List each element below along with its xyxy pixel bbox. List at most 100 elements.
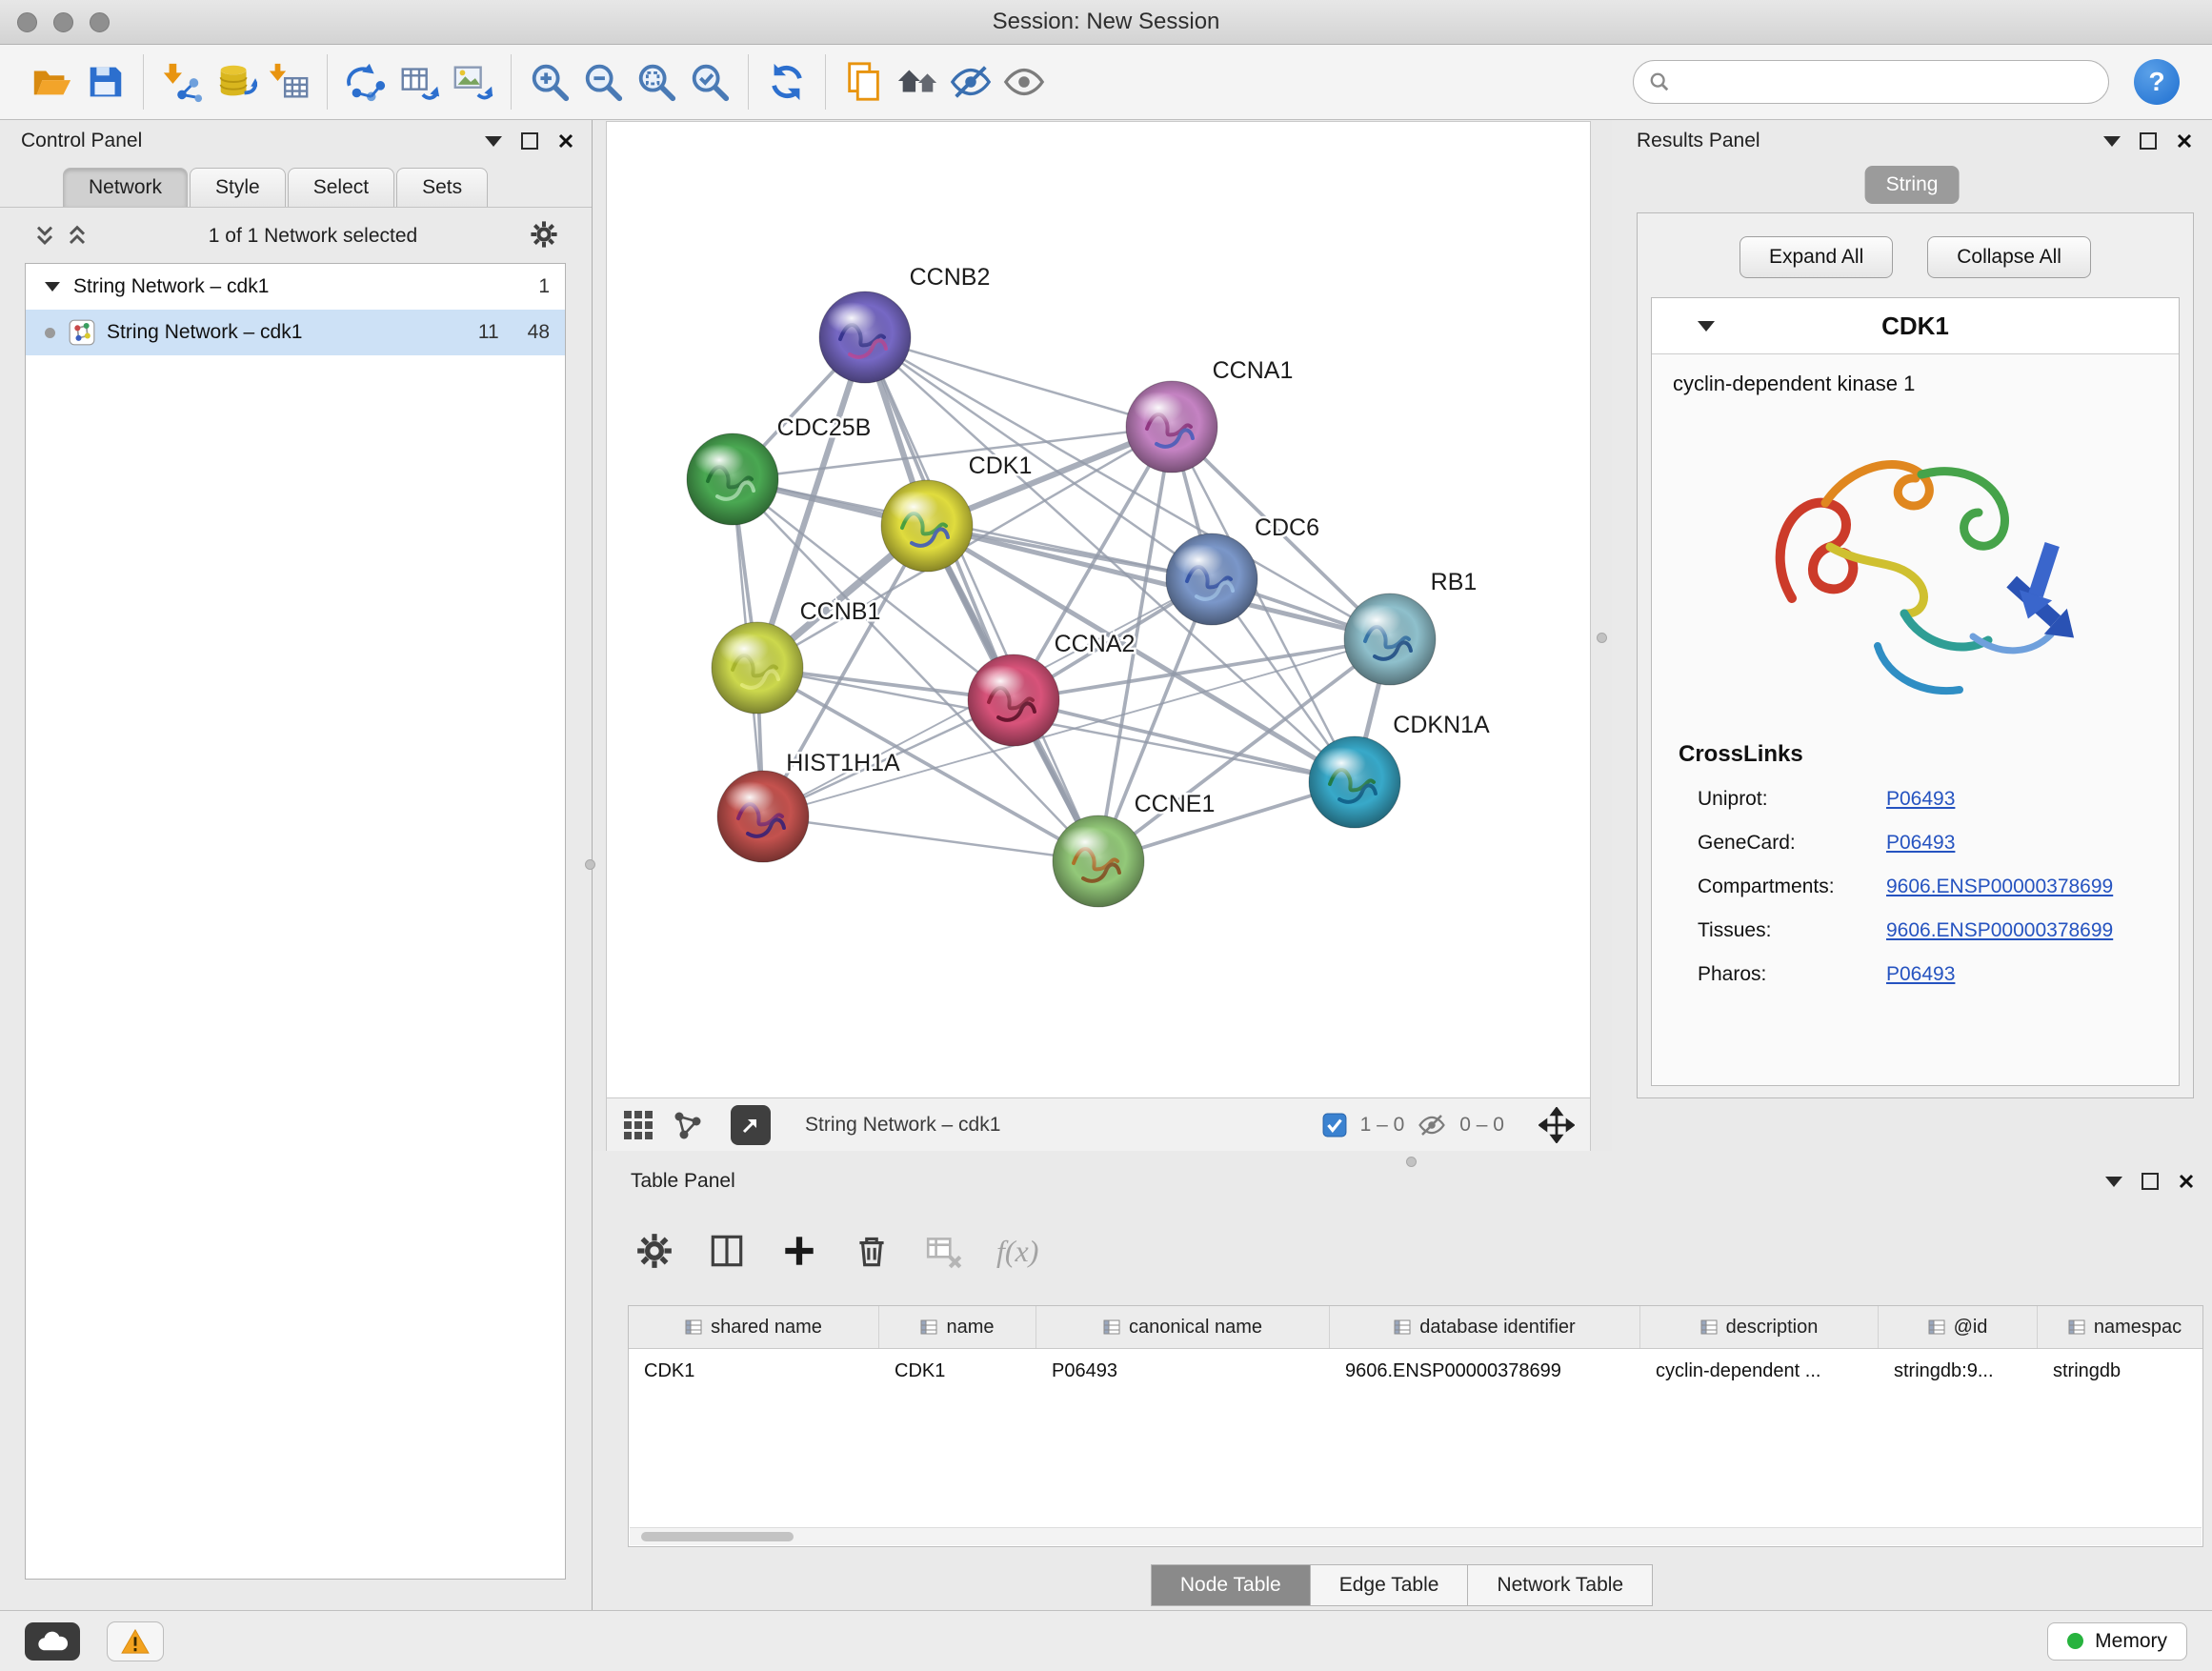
float-panel-icon[interactable] [521, 132, 538, 150]
network-edge[interactable] [1014, 700, 1355, 782]
memory-button[interactable]: Memory [2047, 1622, 2187, 1661]
tab-node-table[interactable]: Node Table [1151, 1564, 1311, 1606]
network-node-rb1[interactable]: RB1 [1344, 569, 1477, 685]
network-node-ccne1[interactable]: CCNE1 [1053, 791, 1215, 907]
network-node-cdk1[interactable]: CDK1 [881, 453, 1032, 572]
network-options-gear-icon[interactable] [529, 219, 559, 254]
tab-select[interactable]: Select [288, 168, 394, 207]
close-panel-icon[interactable] [557, 132, 574, 150]
tab-network-table[interactable]: Network Table [1467, 1564, 1653, 1606]
birdseye-view-icon[interactable] [672, 1109, 704, 1141]
hide-graphics-icon[interactable] [944, 55, 997, 109]
column-header-shared-name[interactable]: shared name [629, 1306, 879, 1348]
network-node-ccna1[interactable]: CCNA1 [1126, 357, 1293, 473]
zoom-selected-icon[interactable] [683, 55, 736, 109]
pan-move-icon[interactable] [1538, 1107, 1575, 1143]
vertical-splitter-handle[interactable] [1597, 633, 1607, 643]
table-options-gear-icon[interactable] [634, 1231, 674, 1271]
crosslink-link[interactable]: P06493 [1886, 963, 1955, 986]
show-columns-icon[interactable] [707, 1231, 747, 1271]
zoom-in-icon[interactable] [523, 55, 576, 109]
delete-column-icon[interactable] [852, 1231, 892, 1271]
close-panel-icon[interactable] [2176, 132, 2193, 150]
export-table-icon[interactable] [392, 55, 446, 109]
network-node-cdkn1a[interactable]: CDKN1A [1309, 712, 1490, 828]
network-edge[interactable] [763, 816, 1098, 861]
network-canvas[interactable]: CCNB2CCNA1CDC25BCDK1CDC6RB1CCNB1CCNA2CDK… [606, 121, 1591, 1098]
save-session-icon[interactable] [78, 55, 131, 109]
export-view-button[interactable] [731, 1105, 771, 1145]
expand-all-button[interactable]: Expand All [1739, 236, 1893, 278]
network-edge[interactable] [865, 337, 1172, 427]
close-button[interactable] [17, 12, 37, 32]
export-image-icon[interactable] [446, 55, 499, 109]
node-table[interactable]: shared namenamecanonical namedatabase id… [628, 1305, 2203, 1547]
collection-disclosure-icon[interactable] [45, 282, 60, 292]
add-column-icon[interactable] [779, 1231, 819, 1271]
column-header-description[interactable]: description [1640, 1306, 1879, 1348]
open-session-icon[interactable] [25, 55, 78, 109]
home-icon[interactable] [891, 55, 944, 109]
column-header-database-identifier[interactable]: database identifier [1330, 1306, 1640, 1348]
expand-all-icon[interactable] [65, 223, 90, 250]
import-network-database-icon[interactable] [209, 55, 262, 109]
import-network-file-icon[interactable] [155, 55, 209, 109]
crosslink-link[interactable]: 9606.ENSP00000378699 [1886, 876, 2113, 898]
float-panel-icon[interactable] [2142, 1173, 2159, 1190]
network-collection-row[interactable]: String Network – cdk1 1 [26, 264, 565, 310]
zoom-out-icon[interactable] [576, 55, 630, 109]
help-button[interactable]: ? [2134, 59, 2180, 105]
table-cell[interactable]: CDK1 [629, 1349, 879, 1393]
crosslink-link[interactable]: 9606.ENSP00000378699 [1886, 919, 2113, 942]
float-panel-icon[interactable] [2140, 132, 2157, 150]
tab-sets[interactable]: Sets [396, 168, 488, 207]
table-cell[interactable]: 9606.ENSP00000378699 [1330, 1349, 1640, 1393]
selected-nodes-checkbox[interactable] [1322, 1113, 1347, 1137]
column-header--id[interactable]: @id [1879, 1306, 2038, 1348]
network-node-hist1h1a[interactable]: HIST1H1A [717, 750, 900, 862]
network-row-selected[interactable]: String Network – cdk1 11 48 [26, 310, 565, 355]
search-box[interactable] [1633, 60, 2109, 104]
import-table-file-icon[interactable] [262, 55, 315, 109]
crosslink-link[interactable]: P06493 [1886, 832, 1955, 855]
panel-menu-icon[interactable] [2103, 136, 2121, 147]
refresh-icon[interactable] [760, 55, 814, 109]
column-header-namespac[interactable]: namespac [2038, 1306, 2203, 1348]
table-cell[interactable]: cyclin-dependent ... [1640, 1349, 1879, 1393]
maximize-button[interactable] [90, 12, 110, 32]
show-graphics-icon[interactable] [997, 55, 1051, 109]
crosslink-link[interactable]: P06493 [1886, 788, 1955, 811]
network-graph[interactable]: CCNB2CCNA1CDC25BCDK1CDC6RB1CCNB1CCNA2CDK… [607, 122, 1592, 1099]
table-cell[interactable]: CDK1 [879, 1349, 1036, 1393]
table-cell[interactable]: stringdb [2038, 1349, 2203, 1393]
tab-string[interactable]: String [1865, 166, 1960, 204]
horizontal-splitter-handle[interactable] [1406, 1157, 1417, 1167]
close-panel-icon[interactable] [2178, 1173, 2195, 1190]
table-cell[interactable]: P06493 [1036, 1349, 1330, 1393]
table-horizontal-scrollbar[interactable] [630, 1527, 2202, 1545]
cloud-button[interactable] [25, 1622, 80, 1661]
table-row[interactable]: CDK1CDK1P064939606.ENSP00000378699cyclin… [629, 1349, 2202, 1393]
tab-network[interactable]: Network [63, 168, 188, 207]
scrollbar-thumb[interactable] [641, 1532, 794, 1541]
search-input[interactable] [1679, 70, 2108, 94]
zoom-fit-icon[interactable] [630, 55, 683, 109]
table-cell[interactable]: stringdb:9... [1879, 1349, 2038, 1393]
collapse-all-icon[interactable] [32, 223, 57, 250]
grid-view-icon[interactable] [622, 1109, 654, 1141]
hidden-elements-icon[interactable] [1418, 1111, 1446, 1139]
column-header-name[interactable]: name [879, 1306, 1036, 1348]
panel-menu-icon[interactable] [2105, 1177, 2122, 1187]
clone-network-icon[interactable] [339, 55, 392, 109]
duplicate-pages-icon[interactable] [837, 55, 891, 109]
section-disclosure-icon[interactable] [1698, 321, 1715, 332]
tab-style[interactable]: Style [190, 168, 286, 207]
network-edge[interactable] [865, 337, 1098, 861]
protein-section-header[interactable]: CDK1 [1652, 298, 2179, 354]
minimize-button[interactable] [53, 12, 73, 32]
warning-button[interactable] [107, 1621, 164, 1661]
tab-edge-table[interactable]: Edge Table [1310, 1564, 1469, 1606]
panel-menu-icon[interactable] [485, 136, 502, 147]
vertical-splitter-handle[interactable] [585, 859, 595, 870]
collapse-all-button[interactable]: Collapse All [1927, 236, 2091, 278]
